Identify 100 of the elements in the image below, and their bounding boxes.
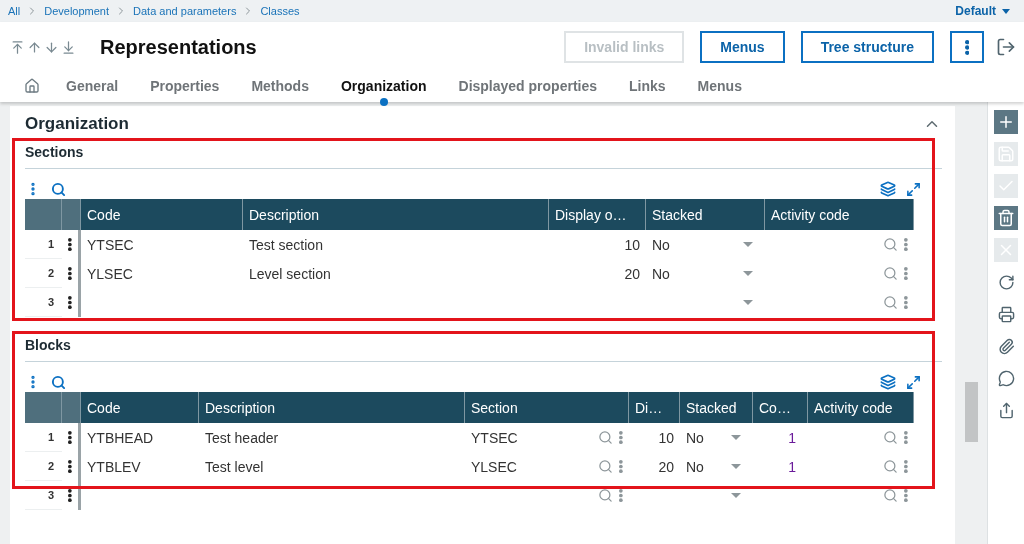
column-header[interactable]: Co… <box>753 392 808 423</box>
scrollbar-thumb[interactable] <box>964 382 978 442</box>
breadcrumb-link[interactable]: Classes <box>260 5 300 17</box>
layers-icon[interactable] <box>880 374 896 390</box>
row-menu-icon[interactable] <box>619 460 623 473</box>
more-icon <box>68 489 72 502</box>
header-cell <box>62 199 81 230</box>
row-menu-icon[interactable] <box>904 238 908 251</box>
exit-icon[interactable] <box>996 37 1016 57</box>
breadcrumb-link[interactable]: All <box>8 5 21 17</box>
column-header[interactable]: Description <box>243 199 549 230</box>
tab[interactable]: Methods <box>235 78 325 102</box>
row-menu-icon[interactable] <box>904 431 908 444</box>
search-icon[interactable] <box>883 266 899 281</box>
search-icon[interactable] <box>598 488 614 503</box>
column-header[interactable]: Activity code <box>808 392 914 423</box>
search-icon[interactable] <box>883 430 899 445</box>
more-icon <box>68 296 72 309</box>
table-link[interactable]: 1 <box>788 458 796 475</box>
table-cell: YLSEC <box>471 458 517 475</box>
breadcrumb-link[interactable]: Development <box>44 5 110 17</box>
row-menu-icon[interactable] <box>904 460 908 473</box>
breadcrumb-link[interactable]: Data and parameters <box>133 5 237 17</box>
table-cell: 20 <box>658 458 674 475</box>
row-menu-icon[interactable] <box>619 489 623 502</box>
table-cell: No <box>686 458 704 475</box>
more-icon <box>68 238 72 251</box>
search-icon[interactable] <box>883 488 899 503</box>
table-cell: No <box>686 429 704 446</box>
card-title: Organization <box>25 114 129 134</box>
tab[interactable]: Links <box>613 78 682 102</box>
search-icon[interactable] <box>883 459 899 474</box>
home-icon <box>24 78 40 94</box>
header-cell <box>25 199 62 230</box>
add-button[interactable] <box>994 110 1018 134</box>
search-icon[interactable] <box>51 374 66 390</box>
search-icon[interactable] <box>883 237 899 252</box>
more-icon <box>68 431 72 444</box>
last-record-icon[interactable] <box>61 39 76 55</box>
header-cell <box>25 392 62 423</box>
dropdown-caret-icon[interactable] <box>731 493 741 498</box>
more-icon <box>68 267 72 280</box>
dropdown-caret-icon[interactable] <box>731 464 741 469</box>
delete-button[interactable] <box>994 206 1018 230</box>
action-button[interactable]: Menus <box>700 31 785 63</box>
column-header[interactable]: Description <box>199 392 465 423</box>
header-cell <box>62 392 81 423</box>
page-title: Representations <box>100 35 257 59</box>
table-cell: YTBLEV <box>87 458 141 475</box>
table-cell: YTBHEAD <box>87 429 154 446</box>
row-number: 3 <box>25 288 62 317</box>
dropdown-caret-icon[interactable] <box>743 242 753 247</box>
tab[interactable]: Displayed properties <box>442 78 613 102</box>
comment-icon <box>997 369 1015 387</box>
dropdown-caret-icon[interactable] <box>731 435 741 440</box>
dropdown-caret-icon[interactable] <box>743 271 753 276</box>
table-link[interactable]: 1 <box>788 429 796 446</box>
table-cell: 20 <box>624 265 640 282</box>
column-header[interactable]: Display o… <box>549 199 646 230</box>
tab[interactable]: Properties <box>134 78 236 102</box>
section-title: Sections <box>25 144 942 169</box>
table-cell: 10 <box>624 236 640 253</box>
row-number: 2 <box>25 452 62 481</box>
caret-icon <box>1002 8 1010 14</box>
more-button[interactable] <box>950 31 984 63</box>
column-header[interactable]: Di… <box>629 392 680 423</box>
tab[interactable]: General <box>50 78 135 102</box>
tab[interactable]: Menus <box>681 78 758 102</box>
share-icon <box>997 401 1015 419</box>
row-number: 1 <box>25 423 62 452</box>
more-icon <box>68 460 72 473</box>
action-button[interactable]: Tree structure <box>800 31 934 63</box>
more-icon <box>964 39 970 55</box>
layers-icon[interactable] <box>880 181 896 197</box>
column-header[interactable]: Code <box>81 199 243 230</box>
column-header[interactable]: Section <box>465 392 629 423</box>
search-icon[interactable] <box>883 295 899 310</box>
row-menu-icon[interactable] <box>904 489 908 502</box>
expand-icon[interactable] <box>906 181 921 197</box>
search-icon[interactable] <box>598 430 614 445</box>
first-record-icon[interactable] <box>10 39 25 55</box>
previous-record-icon[interactable] <box>27 39 42 55</box>
row-menu-icon[interactable] <box>904 267 908 280</box>
column-header[interactable]: Code <box>81 392 199 423</box>
row-menu-icon[interactable] <box>904 296 908 309</box>
profile-dropdown[interactable]: Default <box>955 4 1010 18</box>
row-menu-icon[interactable] <box>619 431 623 444</box>
search-icon[interactable] <box>51 181 66 197</box>
table-cell: No <box>652 265 670 282</box>
row-number: 2 <box>25 259 62 288</box>
column-header[interactable]: Stacked <box>646 199 765 230</box>
dropdown-caret-icon[interactable] <box>743 300 753 305</box>
next-record-icon[interactable] <box>44 39 59 55</box>
expand-icon[interactable] <box>906 374 921 390</box>
row-number: 1 <box>25 230 62 259</box>
column-header[interactable]: Stacked <box>680 392 753 423</box>
add-icon <box>997 113 1015 131</box>
attach-icon <box>997 337 1015 355</box>
search-icon[interactable] <box>598 459 614 474</box>
column-header[interactable]: Activity code <box>765 199 914 230</box>
